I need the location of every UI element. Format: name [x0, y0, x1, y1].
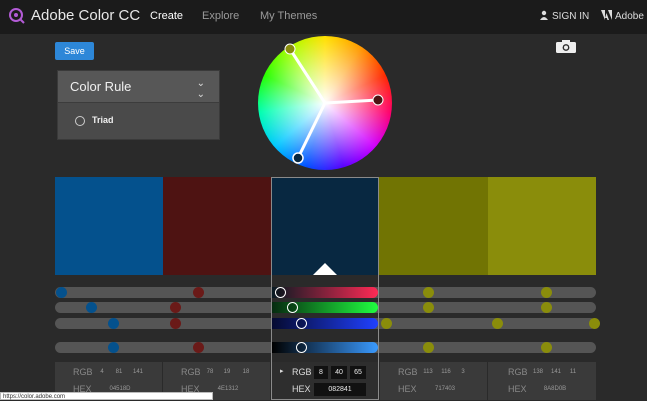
rgb-g-value[interactable]: 81: [111, 369, 127, 375]
slider-dot[interactable]: [170, 302, 181, 313]
rgb-g-value[interactable]: 116: [438, 369, 454, 375]
sign-in-label: SIGN IN: [552, 11, 590, 22]
hex-value[interactable]: 717403: [420, 386, 470, 392]
status-bar-url: https://color.adobe.com: [0, 392, 213, 400]
slider-dot[interactable]: [170, 318, 181, 329]
rgb-b-value[interactable]: 141: [129, 369, 147, 375]
wheel-handle-red[interactable]: [372, 94, 384, 106]
adobe-label: Adobe: [615, 11, 644, 22]
slider-dot[interactable]: [381, 318, 392, 329]
selected-swatch-outline: [271, 177, 379, 400]
slider-dot[interactable]: [423, 302, 434, 313]
swatch-4[interactable]: [379, 177, 488, 275]
slider-dot[interactable]: [589, 318, 600, 329]
adobe-color-logo-icon[interactable]: [8, 6, 26, 24]
slider-dot[interactable]: [541, 287, 552, 298]
slider-dot[interactable]: [541, 342, 552, 353]
slider-dot[interactable]: [108, 342, 119, 353]
nav-create[interactable]: Create: [150, 10, 183, 22]
save-button[interactable]: Save: [55, 42, 94, 60]
rgb-label: RGB: [73, 367, 93, 377]
brand-title[interactable]: Adobe Color CC: [31, 7, 140, 24]
rgb-label: RGB: [508, 367, 528, 377]
color-rule-dropdown[interactable]: Color Rule ⌄ ⌄: [58, 71, 219, 103]
swatch-4-values: RGB 113 116 3 HEX 717403: [380, 362, 487, 400]
top-navbar: Adobe Color CC Create Explore My Themes …: [0, 0, 647, 34]
rgb-r-value[interactable]: 138: [530, 369, 546, 375]
swatch-1[interactable]: [55, 177, 163, 275]
color-wheel[interactable]: [258, 36, 392, 170]
triad-label[interactable]: Triad: [92, 115, 114, 125]
hex-label: HEX: [398, 384, 417, 394]
wheel-handle-blue[interactable]: [292, 152, 304, 164]
rgb-r-value[interactable]: 78: [203, 369, 217, 375]
rgb-label: RGB: [398, 367, 418, 377]
swatch-5-values: RGB 138 141 11 HEX 8A8D0B: [488, 362, 596, 400]
color-rule-panel: Color Rule ⌄ ⌄ Triad: [57, 70, 220, 140]
rgb-b-value[interactable]: 3: [456, 369, 470, 375]
swatch-2[interactable]: [163, 177, 271, 275]
user-icon: [540, 10, 548, 20]
chevron-down-icon: ⌄ ⌄: [196, 78, 205, 100]
slider-dot[interactable]: [423, 287, 434, 298]
camera-icon[interactable]: [556, 40, 576, 53]
rgb-g-value[interactable]: 19: [219, 369, 235, 375]
color-rule-title: Color Rule: [70, 79, 132, 94]
sign-in-link[interactable]: SIGN IN: [539, 10, 589, 22]
slider-dot[interactable]: [108, 318, 119, 329]
nav-my-themes[interactable]: My Themes: [260, 10, 317, 22]
rgb-b-value[interactable]: 18: [237, 369, 255, 375]
adobe-logo-icon: [601, 10, 612, 20]
slider-dot[interactable]: [56, 287, 67, 298]
nav-explore[interactable]: Explore: [202, 10, 239, 22]
slider-dot[interactable]: [541, 302, 552, 313]
hex-value[interactable]: 8A8D0B: [530, 386, 580, 392]
triad-radio[interactable]: [75, 116, 85, 126]
slider-dot[interactable]: [193, 342, 204, 353]
slider-dot[interactable]: [423, 342, 434, 353]
slider-dot[interactable]: [193, 287, 204, 298]
slider-dot[interactable]: [492, 318, 503, 329]
rgb-r-value[interactable]: 113: [420, 369, 436, 375]
wheel-handle-yellow[interactable]: [284, 43, 296, 55]
swatch-5[interactable]: [488, 177, 596, 275]
rgb-label: RGB: [181, 367, 201, 377]
wheel-handles: [284, 43, 384, 164]
slider-dot[interactable]: [86, 302, 97, 313]
hex-label: HEX: [508, 384, 527, 394]
rgb-b-value[interactable]: 11: [566, 369, 580, 375]
adobe-link[interactable]: Adobe: [601, 10, 644, 22]
rgb-g-value[interactable]: 141: [548, 369, 564, 375]
rgb-r-value[interactable]: 4: [95, 369, 109, 375]
